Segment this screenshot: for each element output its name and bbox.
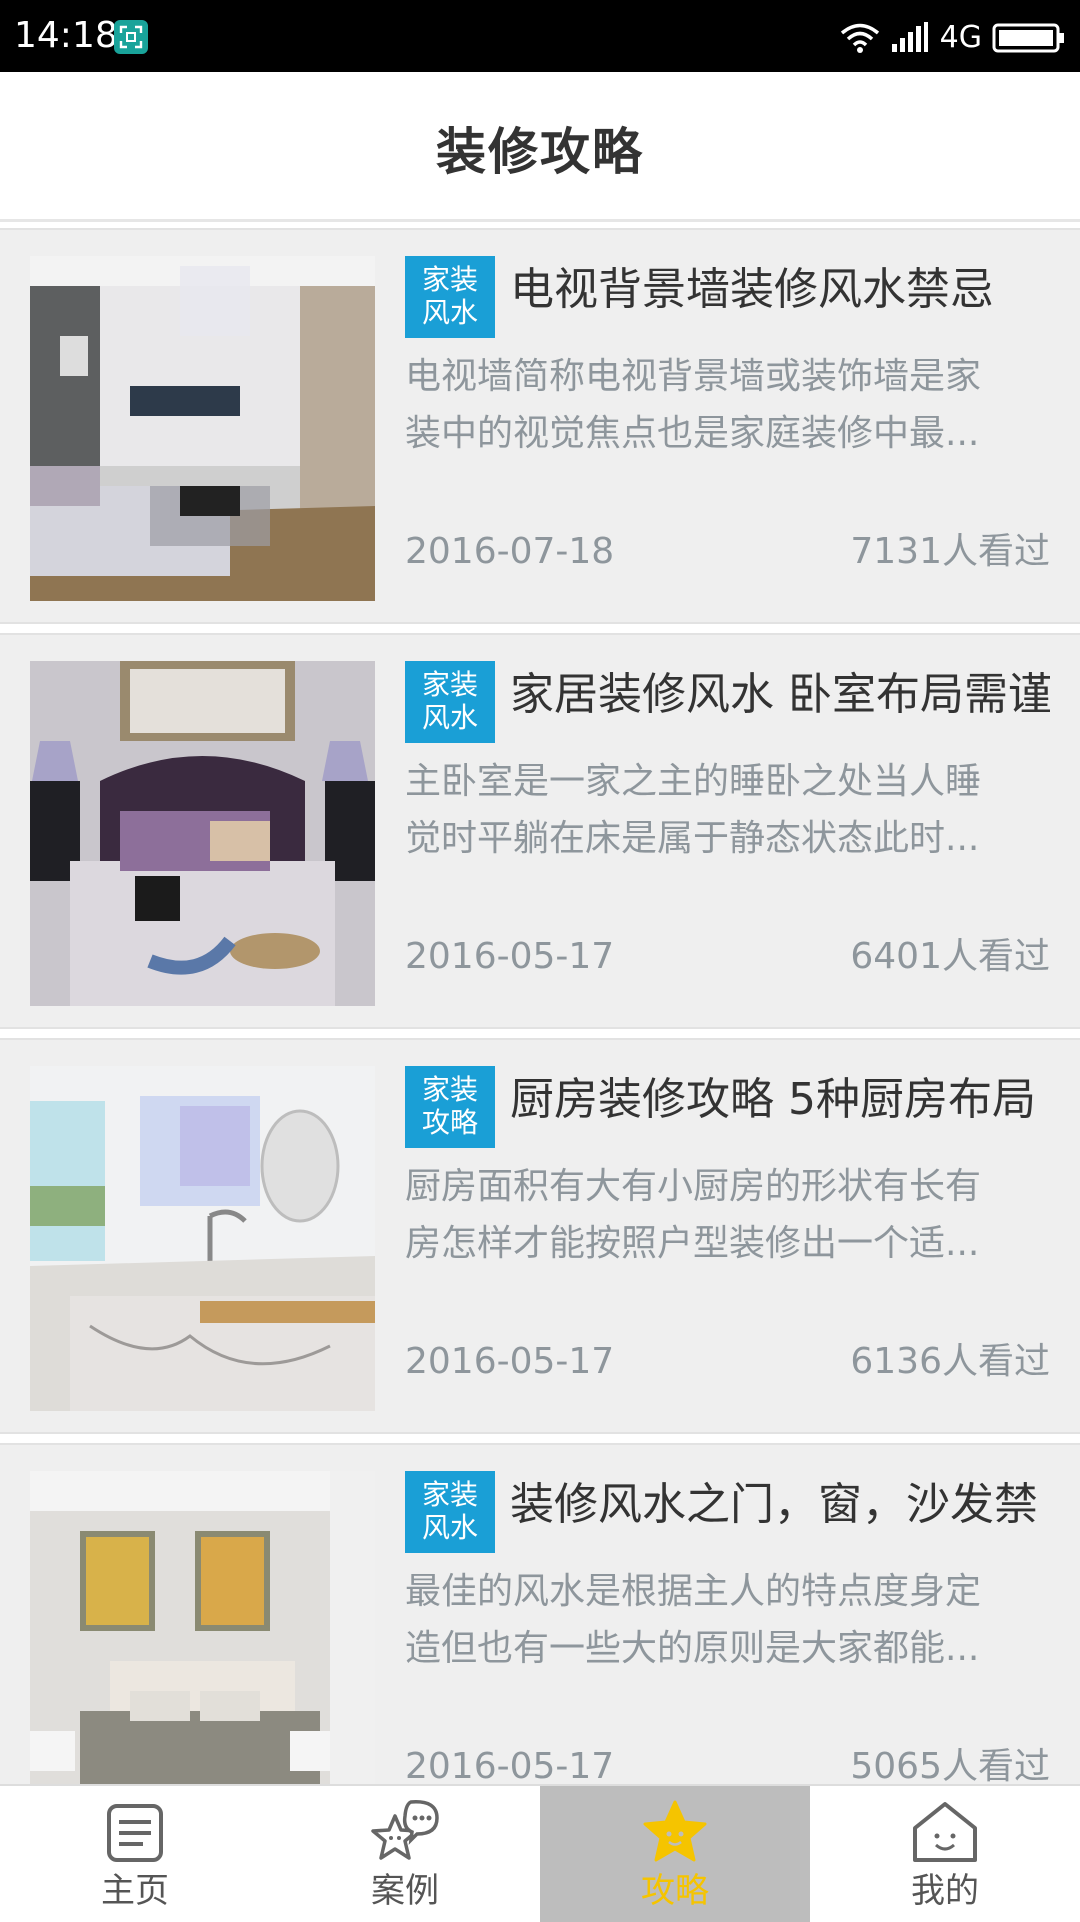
screenshot-app-icon xyxy=(114,20,148,54)
tag-line: 家装 xyxy=(421,263,478,296)
summary-line: 觉时平躺在床是属于静态状态此时... xyxy=(405,818,980,859)
wifi-icon xyxy=(840,23,879,53)
article-summary: 电视墙简称电视背景墙或装饰墙是家 装中的视觉焦点也是家庭装修中最... xyxy=(405,348,1045,468)
view-count: 6401人看过 xyxy=(850,936,1050,977)
tag-line: 家装 xyxy=(421,1073,478,1106)
tab-home[interactable]: 主页 xyxy=(0,1786,270,1922)
summary-line: 装中的视觉焦点也是家庭装修中最... xyxy=(405,413,980,454)
tag-line: 攻略 xyxy=(421,1106,478,1139)
view-count: 5065人看过 xyxy=(850,1746,1050,1784)
app-header: 装修攻略 xyxy=(0,72,1080,222)
summary-line: 最佳的风水是根据主人的特点度身定 xyxy=(405,1571,982,1612)
tag-line: 风水 xyxy=(421,296,478,329)
signal-icon xyxy=(891,22,928,52)
battery-icon xyxy=(992,23,1064,53)
network-type: 4G xyxy=(939,20,982,55)
bottom-nav: 主页 案例 攻略 我的 xyxy=(0,1784,1080,1922)
article-thumbnail[interactable] xyxy=(30,256,375,601)
summary-line: 造但也有一些大的原则是大家都能... xyxy=(405,1628,980,1669)
tag-line: 家装 xyxy=(421,668,478,701)
tab-mine[interactable]: 我的 xyxy=(810,1786,1080,1922)
tab-label: 主页 xyxy=(101,1871,169,1911)
category-tag: 家装 风水 xyxy=(405,1471,495,1553)
article-date: 2016-05-17 xyxy=(405,1341,615,1382)
summary-line: 主卧室是一家之主的睡卧之处当人睡 xyxy=(405,761,982,802)
article-title[interactable]: 电视背景墙装修风水禁忌 xyxy=(510,260,1050,320)
star-icon xyxy=(643,1800,707,1862)
list-item[interactable]: 家装 风水 家居装修风水 卧室布局需谨 主卧室是一家之主的睡卧之处当人睡 觉时平… xyxy=(0,633,1080,1029)
summary-line: 电视墙简称电视背景墙或装饰墙是家 xyxy=(405,356,982,397)
article-date: 2016-07-18 xyxy=(405,531,615,572)
view-count: 7131人看过 xyxy=(850,531,1050,572)
view-count: 6136人看过 xyxy=(850,1341,1050,1382)
article-summary: 主卧室是一家之主的睡卧之处当人睡 觉时平躺在床是属于静态状态此时... xyxy=(405,753,1045,873)
article-thumbnail[interactable] xyxy=(30,661,375,1006)
tab-label: 攻略 xyxy=(641,1871,709,1911)
status-bar: 14:18 4G xyxy=(0,0,1080,72)
tab-label: 我的 xyxy=(911,1871,979,1911)
category-tag: 家装 风水 xyxy=(405,256,495,338)
article-list[interactable]: 家装 风水 电视背景墙装修风水禁忌 电视墙简称电视背景墙或装饰墙是家 装中的视觉… xyxy=(0,224,1080,1784)
tag-line: 风水 xyxy=(421,1511,478,1544)
home-list-icon xyxy=(107,1804,163,1862)
article-date: 2016-05-17 xyxy=(405,936,615,977)
status-time: 14:18 xyxy=(14,15,118,56)
article-thumbnail[interactable] xyxy=(30,1066,375,1411)
article-title[interactable]: 厨房装修攻略 5种厨房布局 xyxy=(510,1070,1050,1130)
list-item[interactable]: 家装 攻略 厨房装修攻略 5种厨房布局 厨房面积有大有小厨房的形状有长有 房怎样… xyxy=(0,1038,1080,1434)
chat-star-icon xyxy=(371,1800,439,1860)
status-indicators: 4G xyxy=(840,18,1066,58)
article-thumbnail[interactable] xyxy=(30,1471,375,1784)
tag-line: 风水 xyxy=(421,701,478,734)
list-item[interactable]: 家装 风水 装修风水之门，窗，沙发禁 最佳的风水是根据主人的特点度身定 造但也有… xyxy=(0,1443,1080,1784)
house-face-icon xyxy=(913,1802,977,1862)
summary-line: 厨房面积有大有小厨房的形状有长有 xyxy=(405,1166,982,1207)
tab-guide[interactable]: 攻略 xyxy=(540,1786,810,1922)
article-title[interactable]: 家居装修风水 卧室布局需谨 xyxy=(510,665,1050,725)
page-title: 装修攻略 xyxy=(436,123,644,181)
tab-cases[interactable]: 案例 xyxy=(270,1786,540,1922)
list-item[interactable]: 家装 风水 电视背景墙装修风水禁忌 电视墙简称电视背景墙或装饰墙是家 装中的视觉… xyxy=(0,228,1080,624)
category-tag: 家装 风水 xyxy=(405,661,495,743)
tag-line: 家装 xyxy=(421,1478,478,1511)
category-tag: 家装 攻略 xyxy=(405,1066,495,1148)
tab-label: 案例 xyxy=(371,1871,439,1911)
article-title[interactable]: 装修风水之门，窗，沙发禁 xyxy=(510,1475,1050,1535)
summary-line: 房怎样才能按照户型装修出一个适... xyxy=(405,1223,980,1264)
article-date: 2016-05-17 xyxy=(405,1746,615,1784)
article-summary: 厨房面积有大有小厨房的形状有长有 房怎样才能按照户型装修出一个适... xyxy=(405,1158,1045,1278)
article-summary: 最佳的风水是根据主人的特点度身定 造但也有一些大的原则是大家都能... xyxy=(405,1563,1045,1683)
